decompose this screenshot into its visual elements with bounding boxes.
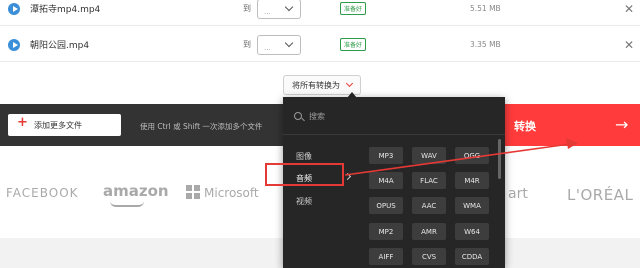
format-option[interactable]: M4A (369, 172, 403, 189)
dropdown-scrollbar[interactable] (498, 139, 501, 179)
format-option[interactable]: OGG (455, 147, 489, 164)
format-option[interactable]: CDDA (455, 248, 489, 265)
annotation-highlight-box (265, 163, 344, 186)
to-label: 到 (243, 4, 251, 13)
to-label: 到 (243, 40, 251, 49)
search-bar (283, 97, 505, 135)
add-more-files-button[interactable]: + 添加更多文件 (8, 114, 121, 136)
convert-label: 转换 (514, 120, 536, 133)
file-size: 5.51 MB (470, 4, 501, 13)
format-value: ... (264, 7, 271, 16)
category-video[interactable]: 视频 (296, 196, 312, 207)
chevron-down-icon (345, 79, 354, 88)
format-option[interactable]: OPUS (369, 197, 403, 214)
format-option[interactable]: W64 (455, 223, 489, 240)
microsoft-logo: Microsoft (204, 186, 259, 200)
convert-button[interactable]: 转换 → (500, 104, 640, 146)
format-option[interactable]: WMA (455, 197, 489, 214)
microsoft-windows-icon (186, 185, 200, 199)
format-option[interactable]: AIFF (369, 248, 403, 265)
format-option[interactable]: AMR (412, 223, 446, 240)
category-image[interactable]: 图像 (296, 151, 312, 162)
status-badge: 准备好 (340, 2, 367, 15)
format-option[interactable]: MP3 (369, 147, 403, 164)
multi-select-hint: 使用 Ctrl 或 Shift 一次添加多个文件 (140, 122, 263, 131)
close-icon[interactable]: ✕ (624, 38, 634, 52)
format-option[interactable]: M4R (455, 172, 489, 189)
format-select[interactable]: ... (257, 0, 301, 19)
converter-page: 潭拓寺mp4.mp4 到 ... 准备好 5.51 MB ✕ 朝阳公园.mp4 … (0, 0, 640, 268)
format-value: ... (264, 43, 271, 52)
file-row: 朝阳公园.mp4 到 ... 准备好 3.35 MB ✕ (0, 28, 640, 62)
format-option[interactable]: MP2 (369, 223, 403, 240)
file-name: 潭拓寺mp4.mp4 (30, 5, 101, 15)
walmart-logo: art (508, 186, 528, 202)
amazon-logo: amazon (103, 182, 169, 200)
chevron-right-icon (343, 172, 352, 181)
plus-icon: + (17, 115, 28, 130)
file-row: 潭拓寺mp4.mp4 到 ... 准备好 5.51 MB ✕ (0, 0, 640, 26)
search-icon (294, 112, 302, 120)
play-icon[interactable] (8, 2, 20, 15)
chevron-down-icon (284, 38, 294, 47)
search-input[interactable] (309, 109, 489, 123)
play-icon[interactable] (8, 38, 20, 51)
format-option[interactable]: WAV (412, 147, 446, 164)
arrow-right-icon: → (615, 115, 629, 134)
facebook-logo: FACEBOOK (6, 186, 79, 200)
loreal-logo: L'ORÉAL (567, 186, 634, 204)
close-icon[interactable]: ✕ (624, 2, 634, 16)
status-badge: 准备好 (340, 38, 367, 51)
amazon-smile-icon (110, 201, 144, 207)
format-option[interactable]: AAC (412, 197, 446, 214)
add-more-files-label: 添加更多文件 (34, 120, 82, 130)
format-option[interactable]: FLAC (412, 172, 446, 189)
file-size: 3.35 MB (470, 40, 501, 49)
chevron-down-icon (284, 2, 294, 11)
file-name: 朝阳公园.mp4 (30, 41, 90, 51)
convert-all-label: 将所有转换为 (292, 80, 340, 90)
format-option[interactable]: CVS (412, 248, 446, 265)
format-select[interactable]: ... (257, 34, 301, 55)
